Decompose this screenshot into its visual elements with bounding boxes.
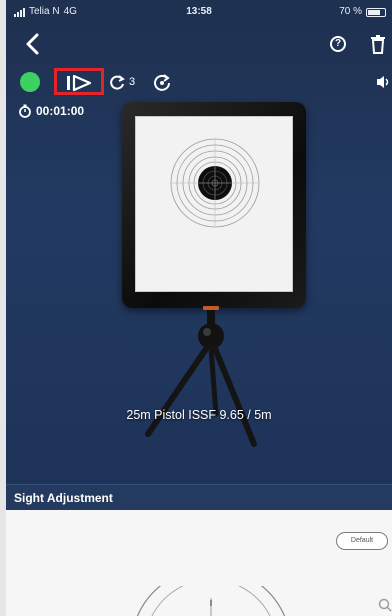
repeat-rounds-button[interactable]: 3: [108, 72, 135, 92]
status-bar: Telia N 4G 13:58 70 %: [6, 0, 392, 24]
round-count: 3: [129, 76, 136, 88]
nav-bar: ?: [6, 24, 392, 64]
trash-icon: [371, 35, 385, 54]
target-description: 25m Pistol ISSF 9.65 / 5m: [126, 408, 272, 422]
battery-percent: 70 %: [339, 6, 362, 17]
connection-status-indicator: [20, 72, 40, 92]
speaker-icon: [377, 76, 389, 88]
back-button[interactable]: [20, 30, 48, 58]
play-icon: [67, 74, 92, 92]
stopwatch-icon: [19, 104, 31, 118]
status-time: 13:58: [186, 6, 212, 17]
chevron-left-icon: [26, 33, 39, 55]
sound-button[interactable]: [376, 74, 392, 90]
timer-value: 00:01:00: [36, 104, 85, 118]
target-session-view: ? 3 00:01:00 25m Pistol ISSF 9.65 / 5m: [6, 24, 392, 484]
reset-button[interactable]: [152, 72, 172, 92]
repeat-icon: [110, 75, 125, 90]
sight-adjustment-panel: Default: [6, 510, 392, 616]
session-timer: 00:01:00: [18, 104, 84, 118]
session-toolbar: 3: [6, 68, 392, 96]
question-circle-icon: ?: [334, 38, 342, 49]
status-right: 70 %: [339, 0, 386, 24]
reset-icon: [154, 74, 170, 91]
target-face: [170, 138, 260, 228]
battery-icon: [366, 7, 386, 17]
play-button[interactable]: [54, 68, 104, 95]
target-stand: [145, 306, 257, 447]
default-button[interactable]: Default: [336, 532, 388, 550]
app-screen: Telia N 4G 13:58 70 % ? 3 00:01:00 25m P…: [0, 0, 392, 616]
zoom-icon[interactable]: [378, 598, 392, 612]
target-frame: [122, 102, 306, 308]
help-button[interactable]: ?: [330, 36, 346, 52]
delete-button[interactable]: [370, 34, 386, 54]
target-paper: [135, 116, 293, 292]
sight-adjustment-header: Sight Adjustment: [6, 484, 392, 510]
sight-adjustment-dial[interactable]: [126, 586, 296, 616]
